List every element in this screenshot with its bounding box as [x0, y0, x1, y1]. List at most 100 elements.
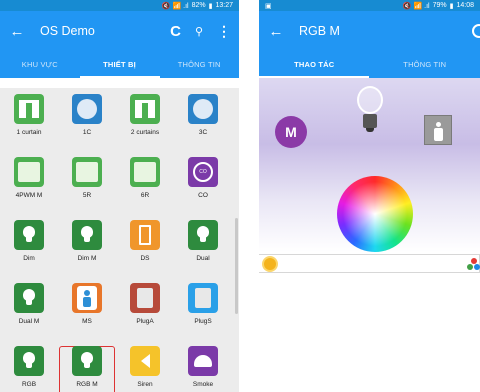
- curtain-icon: [130, 94, 160, 124]
- brightness-slider[interactable]: [259, 254, 480, 273]
- device-label: Dim: [23, 255, 35, 262]
- notification-icon: ▣: [265, 2, 272, 10]
- person-icon[interactable]: [424, 115, 452, 145]
- device-tile[interactable]: 2 curtains: [117, 94, 173, 152]
- device-label: Dim M: [77, 255, 97, 262]
- active-tab-indicator: [80, 76, 160, 78]
- device-tile[interactable]: RGB M: [59, 346, 115, 392]
- sun-icon: [264, 258, 276, 270]
- device-label: 4PWM M: [15, 192, 43, 199]
- panel-icon: [72, 157, 102, 187]
- device-tile[interactable]: 3C: [175, 94, 231, 152]
- search-icon[interactable]: ⚲: [195, 25, 203, 38]
- device-tile[interactable]: Dim M: [59, 220, 115, 278]
- timer-clock-icon[interactable]: [472, 24, 480, 38]
- device-label: RGB: [21, 381, 37, 388]
- door-icon: [130, 220, 160, 250]
- app-title: OS Demo: [40, 24, 95, 38]
- device-label: 2 curtains: [130, 129, 160, 136]
- app-bar: ← OS Demo C ⚲ ⋮: [0, 11, 239, 51]
- device-label: 3C: [198, 129, 208, 136]
- back-arrow-icon[interactable]: ←: [263, 23, 289, 40]
- rgb-control-screen: ▣ 🔇 📶 .ıl 79% ▮ 14:08 ← RGB M THAO TÁC T…: [259, 0, 480, 392]
- tab-khu-vuc[interactable]: KHU VỰC: [0, 51, 80, 78]
- device-tile[interactable]: Dim: [1, 220, 57, 278]
- signal-icons: 🔇 📶 .ıl: [402, 2, 430, 10]
- device-tile[interactable]: Siren: [117, 346, 173, 392]
- clock-time: 14:08: [456, 2, 474, 9]
- back-arrow-icon[interactable]: ←: [4, 23, 30, 40]
- device-tile[interactable]: 1 curtain: [1, 94, 57, 152]
- switch-icon: [72, 94, 102, 124]
- device-grid: 1 curtain 1C 2 curtains 3C 4PWM M 5R 6R CO CO Dim…: [0, 88, 239, 392]
- device-tile[interactable]: PlugA: [117, 283, 173, 341]
- device-tile[interactable]: MS: [59, 283, 115, 341]
- device-tile[interactable]: PlugS: [175, 283, 231, 341]
- device-label: RGB M: [76, 381, 98, 388]
- device-label: 5R: [82, 192, 92, 199]
- status-bar: 🔇 📶 .ıl 82% ▮ 13:27: [0, 0, 239, 11]
- bulb-icon: [14, 283, 44, 313]
- device-title: RGB M: [299, 24, 340, 38]
- color-wheel[interactable]: [337, 176, 413, 252]
- smoke-detector-icon: [188, 346, 218, 376]
- tab-bar: THAO TÁC THÔNG TIN: [259, 51, 480, 78]
- device-tile[interactable]: CO CO: [175, 157, 231, 215]
- app-bar-actions: C ⚲ ⋮: [170, 23, 231, 40]
- panel-icon: [14, 157, 44, 187]
- device-tile[interactable]: Dual M: [1, 283, 57, 341]
- device-label: PlugA: [136, 318, 154, 325]
- device-tile[interactable]: 6R: [117, 157, 173, 215]
- clock-time: 13:27: [215, 2, 233, 9]
- bulb-icon: [72, 346, 102, 376]
- device-tile[interactable]: DS: [117, 220, 173, 278]
- plug-icon: [188, 283, 218, 313]
- device-tile[interactable]: 4PWM M: [1, 157, 57, 215]
- device-label: 1 curtain: [16, 129, 42, 136]
- device-label: CO: [198, 192, 208, 199]
- panel-icon: [130, 157, 160, 187]
- tab-thiet-bi[interactable]: THIẾT BỊ: [80, 51, 160, 78]
- device-label: PlugS: [194, 318, 212, 325]
- bulb-icon: [188, 220, 218, 250]
- device-label: 1C: [82, 129, 92, 136]
- tab-thong-tin[interactable]: THÔNG TIN: [370, 51, 480, 78]
- device-label: MS: [82, 318, 92, 325]
- device-label: 6R: [140, 192, 150, 199]
- battery-level: 82%: [191, 2, 206, 9]
- more-options-icon[interactable]: ⋮: [217, 23, 231, 40]
- scrollbar[interactable]: [235, 218, 238, 314]
- app-bar-actions: [472, 24, 480, 38]
- refresh-icon[interactable]: C: [170, 23, 181, 40]
- rgb-control-panel: M: [259, 78, 480, 252]
- lightbulb-icon[interactable]: [356, 82, 384, 146]
- speaker-icon: [130, 346, 160, 376]
- device-label: Siren: [137, 381, 153, 388]
- switch-icon: [188, 94, 218, 124]
- curtain-icon: [14, 94, 44, 124]
- device-tile[interactable]: 1C: [59, 94, 115, 152]
- device-tile[interactable]: Dual: [175, 220, 231, 278]
- tab-thao-tac[interactable]: THAO TÁC: [259, 51, 370, 78]
- status-bar: ▣ 🔇 📶 .ıl 79% ▮ 14:08: [259, 0, 480, 11]
- device-label: DS: [140, 255, 150, 262]
- person-icon: [72, 283, 102, 313]
- plug-icon: [130, 283, 160, 313]
- battery-icon: ▮: [208, 2, 213, 10]
- co-sensor-icon: CO: [188, 157, 218, 187]
- app-bar: ← RGB M: [259, 11, 480, 51]
- battery-icon: ▮: [449, 2, 454, 10]
- tab-thong-tin[interactable]: THÔNG TIN: [159, 51, 239, 78]
- bulb-icon: [14, 220, 44, 250]
- device-label: Dual: [196, 255, 210, 262]
- battery-level: 79%: [432, 2, 447, 9]
- bulb-icon: [14, 346, 44, 376]
- mode-button[interactable]: M: [275, 116, 307, 148]
- device-tile[interactable]: 5R: [59, 157, 115, 215]
- signal-icons: 🔇 📶 .ıl: [161, 2, 189, 10]
- device-tile[interactable]: Smoke: [175, 346, 231, 392]
- device-label: Dual M: [18, 318, 40, 325]
- device-label: Smoke: [192, 381, 214, 388]
- tab-bar: KHU VỰC THIẾT BỊ THÔNG TIN: [0, 51, 239, 78]
- device-tile[interactable]: RGB: [1, 346, 57, 392]
